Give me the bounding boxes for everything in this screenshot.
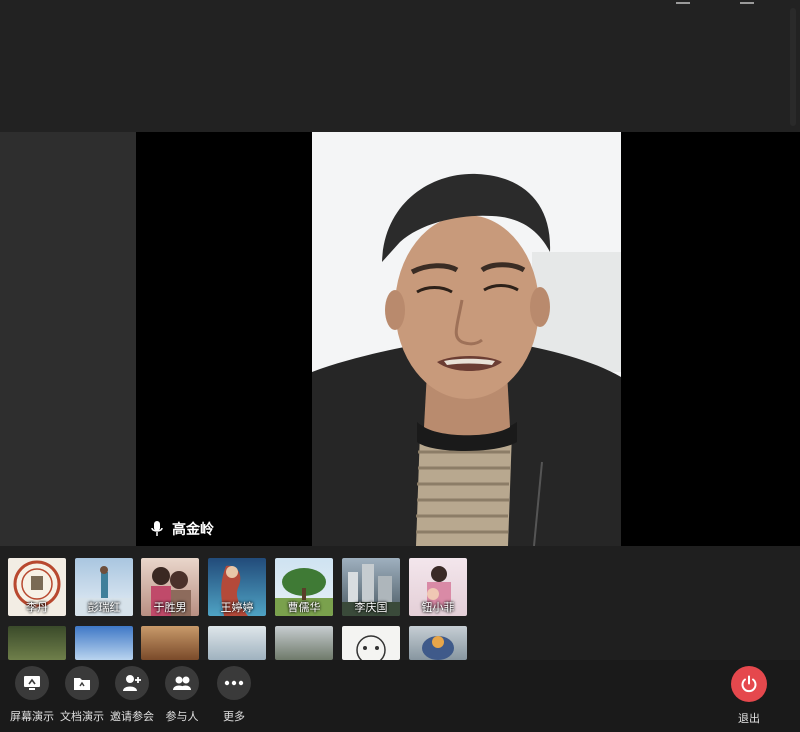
speaker-name: 高金岭 [172, 522, 214, 538]
participant-tile[interactable]: 于胜男 [141, 558, 199, 616]
participant-tile[interactable] [208, 626, 266, 660]
participant-tile[interactable] [342, 626, 400, 660]
participant-tile[interactable]: 李庆国 [342, 558, 400, 616]
invite-label: 邀请参会 [110, 710, 154, 723]
top-bar [0, 0, 800, 132]
add-user-icon [115, 666, 149, 700]
participant-strip[interactable]: 李丹 彭瑞红 于胜男 王婷婷 曹儒华 李庆国 钮小菲 [0, 546, 800, 660]
participant-tile[interactable]: 李丹 [8, 558, 66, 616]
folder-icon [65, 666, 99, 700]
participants-label: 参与人 [165, 710, 199, 723]
participant-name: 李庆国 [354, 601, 388, 614]
exit-label: 退出 [738, 712, 760, 725]
participant-name: 于胜男 [153, 601, 187, 614]
more-label: 更多 [223, 710, 245, 723]
participant-avatar [422, 636, 454, 660]
participant-tile[interactable]: 曹儒华 [275, 558, 333, 616]
main-video-stage[interactable]: 高金岭 [136, 132, 800, 546]
participant-tile[interactable] [8, 626, 66, 660]
maximize-icon[interactable] [740, 0, 754, 4]
scrollbar[interactable] [790, 8, 796, 126]
participant-avatar [356, 635, 386, 660]
participant-name: 李丹 [26, 601, 48, 614]
exit-button[interactable]: 退出 [720, 666, 778, 726]
participant-tile[interactable]: 彭瑞红 [75, 558, 133, 616]
more-button[interactable]: 更多 [205, 666, 263, 726]
participant-tile[interactable]: 钮小菲 [409, 558, 467, 616]
meeting-window: 高金岭 李丹 彭瑞红 于胜男 王婷婷 曹儒华 李庆国 钮小菲 屏幕演示 文档演示… [0, 0, 800, 732]
participant-tile[interactable] [409, 626, 467, 660]
participant-name: 曹儒华 [287, 601, 321, 614]
minimize-icon[interactable] [676, 0, 690, 4]
participant-name: 钮小菲 [421, 601, 455, 614]
screen-share-icon [15, 666, 49, 700]
speaker-video [312, 132, 621, 546]
users-icon [165, 666, 199, 700]
more-dots-icon [217, 666, 251, 700]
doc-share-label: 文档演示 [60, 710, 104, 723]
speaker-video-image [312, 132, 621, 546]
participant-tile[interactable] [75, 626, 133, 660]
participant-tile[interactable] [275, 626, 333, 660]
left-side-panel [0, 132, 136, 546]
participant-tile[interactable]: 王婷婷 [208, 558, 266, 616]
screen-share-label: 屏幕演示 [10, 710, 54, 723]
participant-name: 王婷婷 [220, 601, 254, 614]
participant-name: 彭瑞红 [87, 601, 121, 614]
power-icon [731, 666, 767, 702]
participants-button[interactable]: 参与人 [153, 666, 211, 726]
microphone-icon [151, 521, 163, 536]
speaker-name-label: 高金岭 [150, 518, 214, 540]
participant-tile[interactable] [141, 626, 199, 660]
bottom-toolbar: 屏幕演示 文档演示 邀请参会 参与人 更多 退出 [0, 660, 800, 732]
